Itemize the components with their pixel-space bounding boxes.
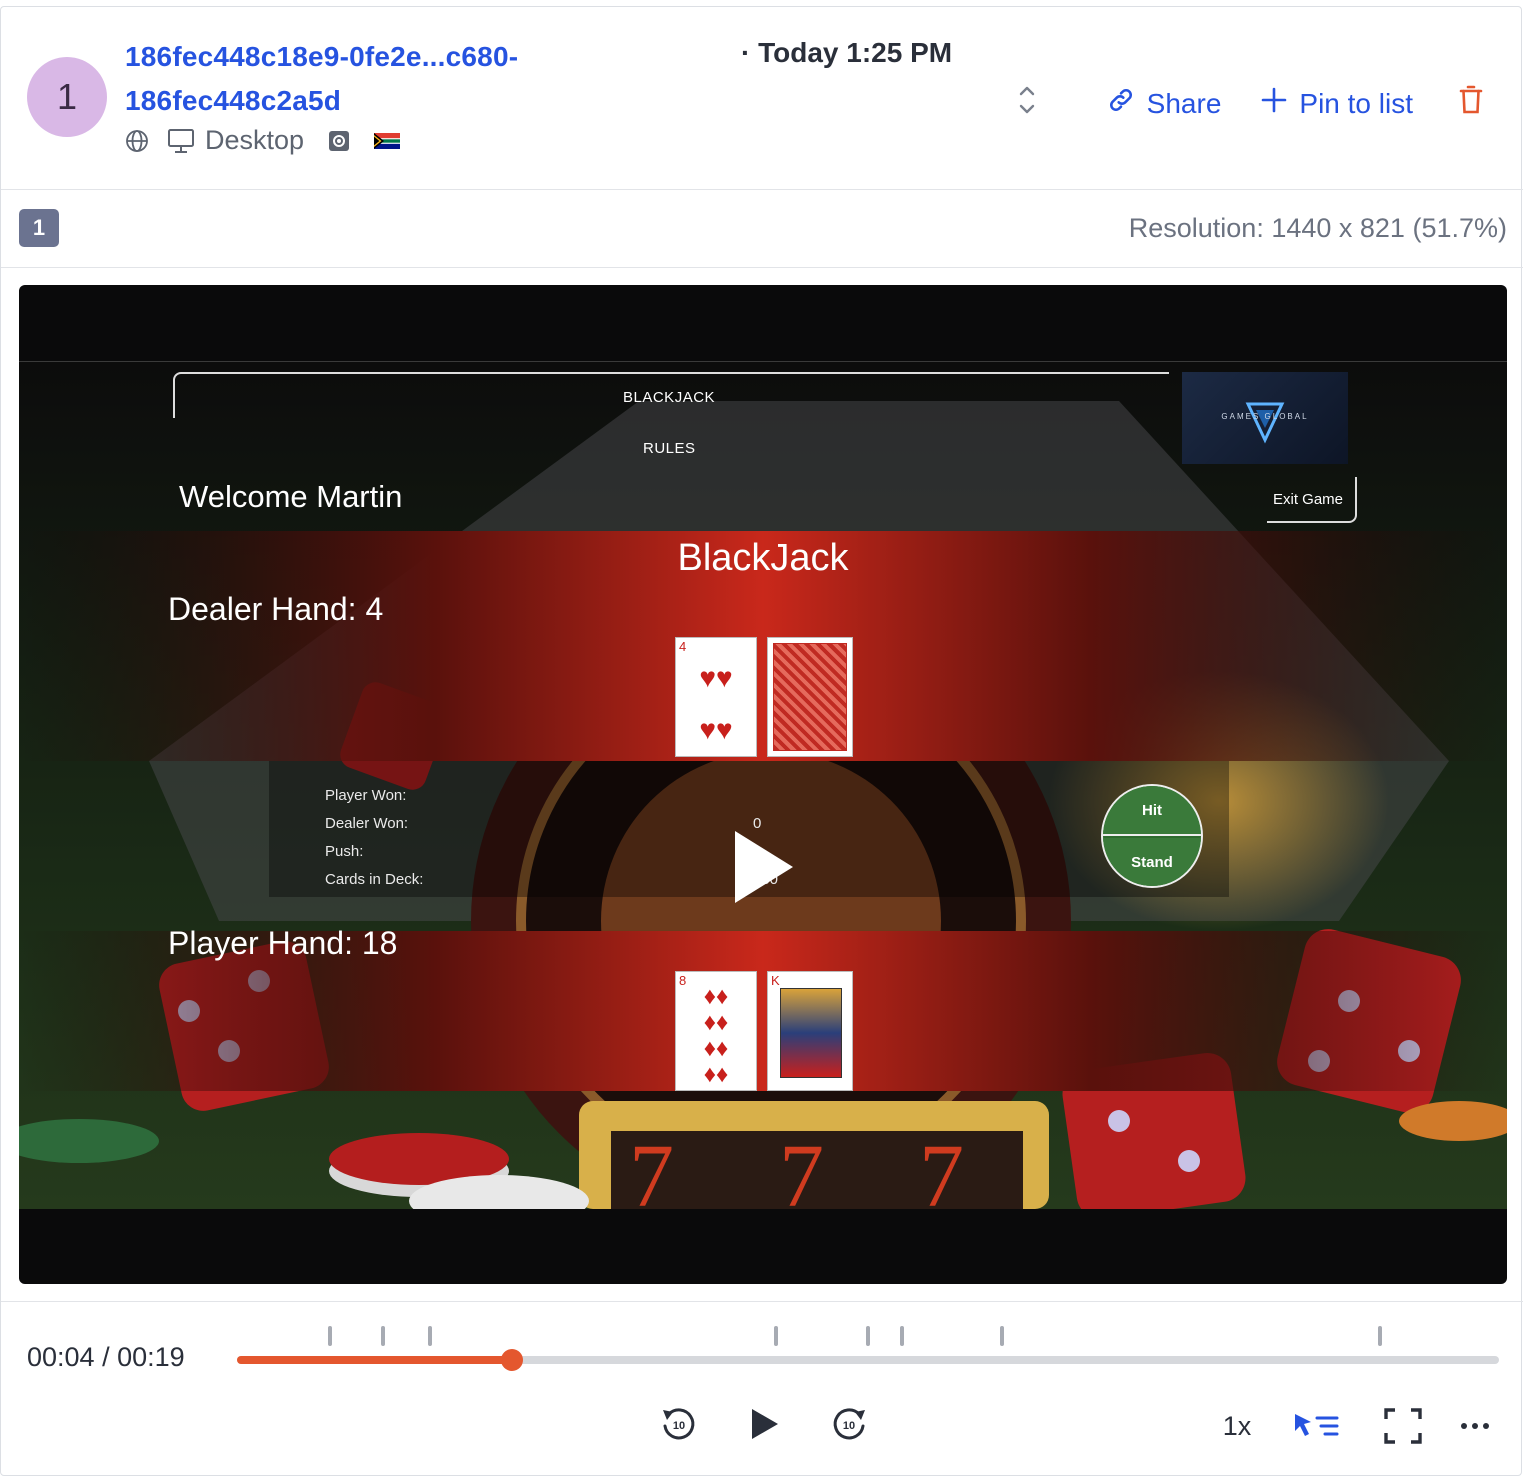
chevron-up-down-icon: [1017, 83, 1037, 124]
king-face-icon: [780, 988, 842, 1078]
stat-label: Push:: [325, 843, 364, 860]
event-marker[interactable]: [900, 1326, 905, 1346]
os-icon: [328, 130, 350, 152]
session-id-link[interactable]: 186fec448c18e9-0fe2e...c680- 186fec448c2…: [125, 35, 685, 123]
svg-text:7: 7: [919, 1127, 964, 1209]
fullscreen-button[interactable]: [1381, 1406, 1425, 1446]
replay-viewport[interactable]: 7 7 7 BLACKJACK RULES GAMES GLOBAL Welco…: [19, 285, 1507, 1284]
session-card: 1 186fec448c18e9-0fe2e...c680- 186fec448…: [0, 6, 1523, 1478]
timeline-scrubber[interactable]: [501, 1349, 524, 1371]
share-label[interactable]: Share: [1147, 88, 1222, 120]
page-bar: 1 Resolution: 1440 x 821 (51.7%): [1, 189, 1523, 268]
event-marker[interactable]: [328, 1326, 333, 1346]
play-icon: [735, 831, 793, 903]
stat-row: Player Won:: [325, 782, 825, 810]
game-title: BlackJack: [677, 537, 849, 579]
event-marker[interactable]: [773, 1326, 778, 1346]
pin-to-list-button[interactable]: Pin to list: [1261, 87, 1413, 120]
session-id-line2[interactable]: 186fec448c2a5d: [125, 79, 685, 123]
player-card-2: K: [767, 971, 853, 1091]
timeline-progress: [237, 1356, 513, 1364]
cursor-list-icon: [1295, 1414, 1339, 1436]
player-controls: 00:04 / 00:19 10 10 1x: [1, 1301, 1523, 1478]
pin-label[interactable]: Pin to list: [1299, 88, 1413, 120]
dealer-hand-label: Dealer Hand: 4: [168, 591, 384, 627]
page-badge[interactable]: 1: [19, 209, 59, 247]
plus-icon: [1261, 87, 1287, 120]
card-back-pattern: [773, 643, 847, 751]
exit-game-button[interactable]: Exit Game: [1267, 477, 1357, 523]
event-marker[interactable]: [999, 1326, 1004, 1346]
stat-label: Cards in Deck:: [325, 871, 424, 888]
fullscreen-icon: [1384, 1408, 1422, 1444]
player-card-1: 8 ♦♦ ♦♦ ♦♦ ♦♦: [675, 971, 757, 1091]
nav-blackjack-link[interactable]: BLACKJACK: [623, 389, 715, 406]
share-button[interactable]: Share: [1107, 86, 1222, 121]
forward-10-button[interactable]: 10: [827, 1402, 871, 1446]
more-icon: [1461, 1423, 1489, 1429]
forward-10-icon: 10: [833, 1408, 865, 1440]
video-play-overlay-button[interactable]: [731, 827, 797, 912]
hit-stand-control: Hit Stand: [1101, 784, 1203, 888]
event-marker[interactable]: [866, 1326, 870, 1346]
dealer-card-back: [767, 637, 853, 757]
diamonds-icon: ♦♦ ♦♦ ♦♦ ♦♦: [703, 983, 729, 1088]
expand-toggle-button[interactable]: [1017, 83, 1037, 124]
session-meta: Desktop: [125, 125, 401, 156]
rewind-10-button[interactable]: 10: [657, 1402, 701, 1446]
svg-text:10: 10: [843, 1420, 855, 1432]
play-icon: [752, 1409, 778, 1439]
monitor-icon: [167, 128, 195, 154]
card-rank: K: [771, 973, 780, 988]
games-global-logo: GAMES GLOBAL: [1182, 372, 1348, 464]
welcome-text: Welcome Martin: [179, 479, 403, 514]
logo-text: GAMES GLOBAL: [1221, 412, 1309, 421]
follow-cursor-button[interactable]: [1291, 1406, 1341, 1446]
nav-rules-link[interactable]: RULES: [643, 440, 696, 457]
event-marker[interactable]: [1378, 1326, 1383, 1346]
session-header: 1 186fec448c18e9-0fe2e...c680- 186fec448…: [1, 7, 1523, 190]
header-actions: Share Pin to list: [1017, 83, 1483, 124]
globe-icon: [125, 129, 149, 153]
stat-label: Dealer Won:: [325, 815, 409, 832]
play-button[interactable]: [745, 1402, 785, 1446]
playback-speed-button[interactable]: 1x: [1213, 1406, 1261, 1446]
more-options-button[interactable]: [1453, 1406, 1497, 1446]
hit-button[interactable]: Hit: [1103, 786, 1201, 836]
game-screen: 7 7 7 BLACKJACK RULES GAMES GLOBAL Welco…: [19, 361, 1507, 1209]
svg-text:10: 10: [673, 1420, 685, 1432]
svg-text:7: 7: [779, 1127, 824, 1209]
trash-icon: [1459, 85, 1483, 122]
resolution-label: Resolution: 1440 x 821 (51.7%): [1128, 213, 1507, 243]
delete-button[interactable]: [1459, 85, 1483, 122]
timecode: 00:04 / 00:19: [27, 1342, 185, 1372]
rewind-10-icon: 10: [663, 1408, 695, 1440]
event-marker[interactable]: [428, 1326, 433, 1346]
avatar: 1: [27, 57, 107, 137]
device-label: Desktop: [205, 125, 305, 155]
svg-text:7: 7: [629, 1127, 674, 1209]
session-time: · Today 1:25 PM: [741, 37, 953, 68]
exit-game-label[interactable]: Exit Game: [1273, 491, 1343, 508]
event-marker[interactable]: [381, 1326, 386, 1346]
timeline-track[interactable]: [237, 1349, 1499, 1371]
hearts-icon: ♥♥ ♥♥: [699, 662, 733, 745]
player-hand-label: Player Hand: 18: [168, 925, 398, 961]
south-africa-flag: [374, 132, 401, 149]
link-icon: [1107, 86, 1135, 121]
session-id-line1[interactable]: 186fec448c18e9-0fe2e...c680-: [125, 35, 685, 79]
stand-button[interactable]: Stand: [1103, 838, 1201, 886]
dealer-card-1: 4 ♥♥ ♥♥: [675, 637, 757, 757]
stat-label: Player Won:: [325, 787, 407, 804]
